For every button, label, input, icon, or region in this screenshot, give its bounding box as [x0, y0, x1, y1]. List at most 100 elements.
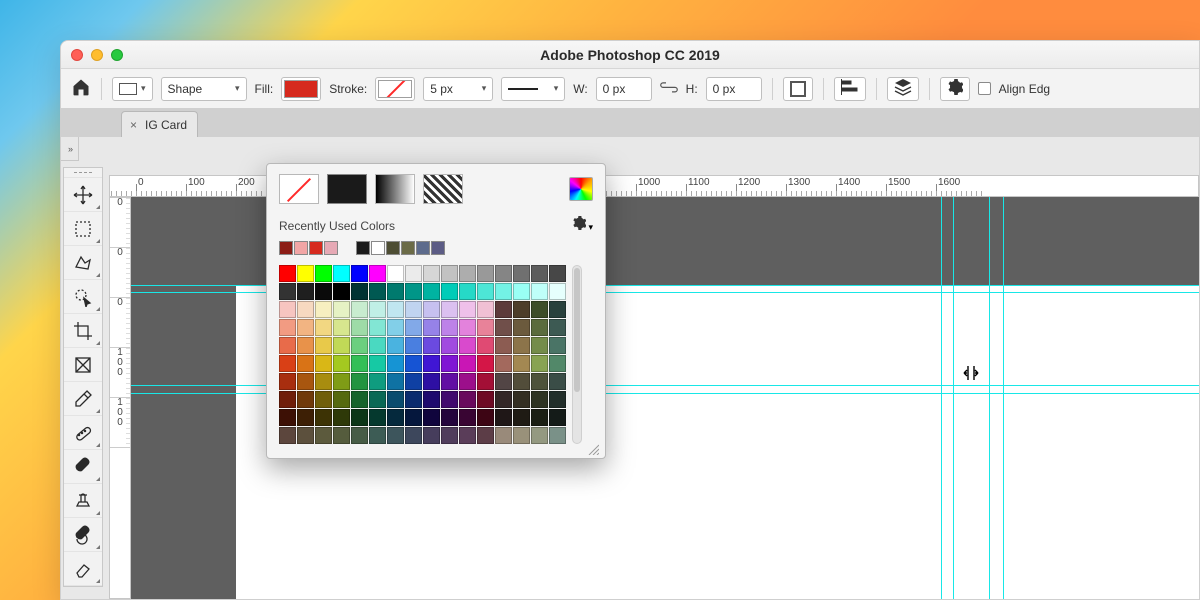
palette-swatch[interactable] [279, 283, 296, 300]
palette-swatch[interactable] [441, 337, 458, 354]
stroke-color-dropdown[interactable] [375, 77, 415, 101]
palette-swatch[interactable] [441, 409, 458, 426]
palette-swatch[interactable] [441, 427, 458, 444]
palette-swatch[interactable] [405, 409, 422, 426]
palette-swatch[interactable] [279, 319, 296, 336]
vertical-ruler[interactable]: 000100100 [109, 197, 131, 599]
palette-swatch[interactable] [279, 337, 296, 354]
palette-swatch[interactable] [477, 265, 494, 282]
palette-swatch[interactable] [387, 427, 404, 444]
palette-swatch[interactable] [459, 337, 476, 354]
palette-swatch[interactable] [549, 409, 566, 426]
palette-swatch[interactable] [405, 319, 422, 336]
palette-swatch[interactable] [333, 427, 350, 444]
palette-swatch[interactable] [351, 427, 368, 444]
document-tab[interactable]: × IG Card [121, 111, 198, 137]
palette-swatch[interactable] [351, 301, 368, 318]
palette-swatch[interactable] [297, 373, 314, 390]
palette-swatch[interactable] [531, 355, 548, 372]
shape-settings-button[interactable] [940, 77, 970, 101]
palette-swatch[interactable] [495, 373, 512, 390]
palette-swatch[interactable] [459, 427, 476, 444]
palette-swatch[interactable] [513, 301, 530, 318]
recent-swatch[interactable] [371, 241, 385, 255]
palette-swatch[interactable] [549, 391, 566, 408]
palette-swatch[interactable] [513, 409, 530, 426]
palette-swatch[interactable] [531, 319, 548, 336]
palette-swatch[interactable] [459, 301, 476, 318]
guide-vertical[interactable] [953, 197, 954, 599]
palette-swatch[interactable] [315, 427, 332, 444]
palette-swatch[interactable] [387, 319, 404, 336]
palette-swatch[interactable] [405, 373, 422, 390]
palette-swatch[interactable] [351, 319, 368, 336]
tool-mode-dropdown[interactable]: Shape ▾ [161, 77, 247, 101]
palette-swatch[interactable] [513, 283, 530, 300]
palette-swatch[interactable] [297, 427, 314, 444]
palette-swatch[interactable] [531, 427, 548, 444]
close-window-button[interactable] [71, 49, 83, 61]
clone-stamp-tool[interactable] [64, 484, 102, 518]
palette-swatch[interactable] [531, 391, 548, 408]
palette-swatch[interactable] [423, 355, 440, 372]
palette-swatch[interactable] [459, 355, 476, 372]
palette-swatch[interactable] [441, 301, 458, 318]
palette-swatch[interactable] [477, 409, 494, 426]
palette-swatch[interactable] [477, 427, 494, 444]
palette-swatch[interactable] [315, 319, 332, 336]
expand-panels-button[interactable]: » [61, 137, 79, 161]
link-dimensions-button[interactable] [660, 81, 678, 96]
path-operations-button[interactable] [783, 77, 813, 101]
palette-swatch[interactable] [405, 265, 422, 282]
palette-swatch[interactable] [513, 427, 530, 444]
palette-swatch[interactable] [549, 319, 566, 336]
palette-swatch[interactable] [495, 301, 512, 318]
palette-swatch[interactable] [477, 319, 494, 336]
palette-swatch[interactable] [423, 265, 440, 282]
palette-swatch[interactable] [495, 409, 512, 426]
recent-swatch[interactable] [356, 241, 370, 255]
palette-swatch[interactable] [297, 265, 314, 282]
palette-swatch[interactable] [279, 301, 296, 318]
palette-swatch[interactable] [297, 319, 314, 336]
palette-swatch[interactable] [333, 337, 350, 354]
palette-scrollbar[interactable] [572, 265, 582, 444]
palette-swatch[interactable] [315, 355, 332, 372]
palette-swatch[interactable] [369, 265, 386, 282]
palette-swatch[interactable] [297, 409, 314, 426]
path-alignment-button[interactable] [834, 77, 866, 101]
no-color-toggle[interactable] [279, 174, 319, 204]
zoom-window-button[interactable] [111, 49, 123, 61]
height-field[interactable]: 0 px [706, 77, 762, 101]
crop-tool[interactable] [64, 314, 102, 348]
palette-swatch[interactable] [423, 427, 440, 444]
palette-swatch[interactable] [297, 301, 314, 318]
palette-swatch[interactable] [387, 265, 404, 282]
palette-swatch[interactable] [513, 319, 530, 336]
palette-swatch[interactable] [387, 337, 404, 354]
palette-swatch[interactable] [387, 373, 404, 390]
palette-swatch[interactable] [423, 319, 440, 336]
palette-swatch[interactable] [495, 391, 512, 408]
stroke-width-dropdown[interactable]: 5 px ▾ [423, 77, 493, 101]
width-field[interactable]: 0 px [596, 77, 652, 101]
palette-swatch[interactable] [315, 301, 332, 318]
palette-swatch[interactable] [531, 373, 548, 390]
fill-color-dropdown[interactable] [281, 77, 321, 101]
palette-swatch[interactable] [513, 391, 530, 408]
frame-tool[interactable] [64, 348, 102, 382]
palette-swatch[interactable] [279, 265, 296, 282]
palette-swatch[interactable] [333, 265, 350, 282]
tools-grip[interactable] [64, 168, 102, 178]
minimize-window-button[interactable] [91, 49, 103, 61]
palette-swatch[interactable] [549, 373, 566, 390]
palette-swatch[interactable] [369, 355, 386, 372]
lasso-tool[interactable] [64, 246, 102, 280]
recent-swatch[interactable] [309, 241, 323, 255]
palette-swatch[interactable] [423, 337, 440, 354]
palette-swatch[interactable] [441, 355, 458, 372]
palette-swatch[interactable] [333, 301, 350, 318]
palette-swatch[interactable] [369, 283, 386, 300]
palette-swatch[interactable] [477, 337, 494, 354]
palette-swatch[interactable] [279, 373, 296, 390]
